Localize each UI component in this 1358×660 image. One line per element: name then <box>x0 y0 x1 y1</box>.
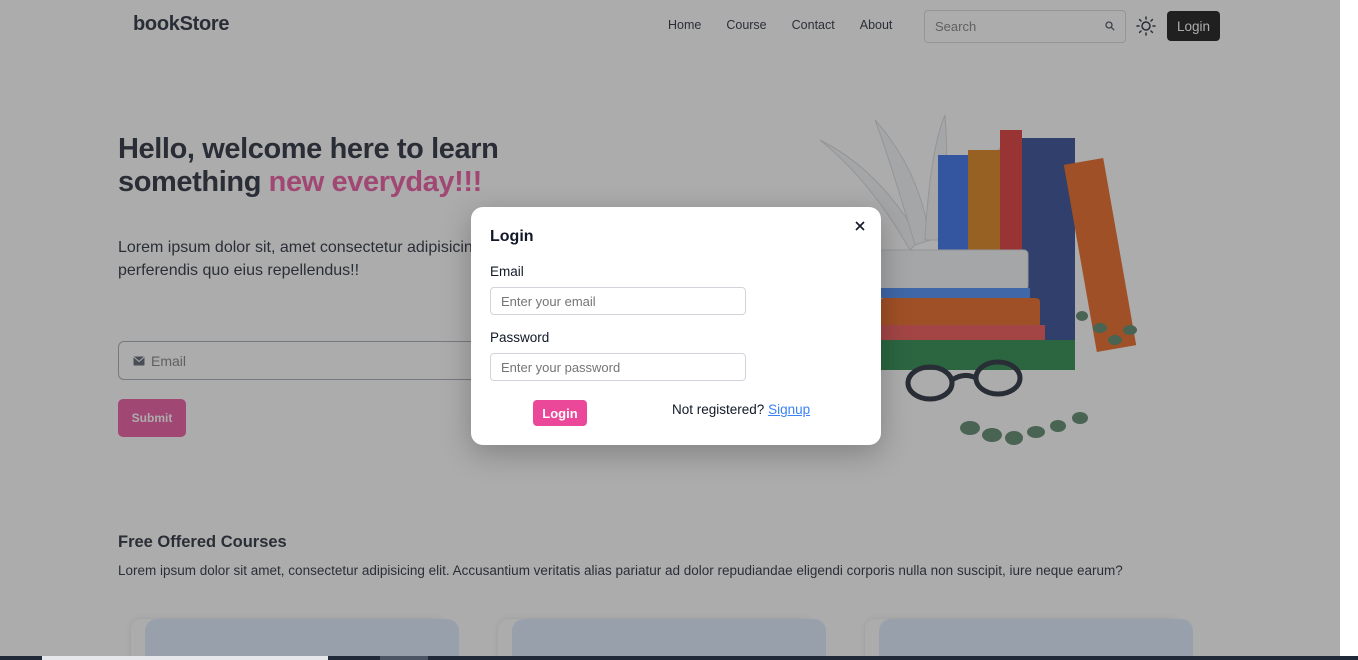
not-registered-text: Not registered? <box>672 402 765 417</box>
email-field[interactable] <box>490 287 746 315</box>
modal-login-button[interactable]: Login <box>533 400 587 426</box>
scrollbar-track[interactable] <box>1340 0 1358 660</box>
email-label: Email <box>490 264 524 279</box>
password-field[interactable] <box>490 353 746 381</box>
modal-title: Login <box>490 228 534 245</box>
taskbar-segment <box>380 656 428 660</box>
login-modal: Login Email Password Login Not registere… <box>471 207 881 445</box>
signup-row: Not registered? Signup <box>672 402 810 417</box>
close-icon[interactable] <box>853 219 867 233</box>
page: bookStore Home Course Contact About Logi… <box>0 0 1340 660</box>
password-label: Password <box>490 330 550 345</box>
signup-link[interactable]: Signup <box>768 402 810 417</box>
taskbar <box>0 656 1358 660</box>
taskbar-segment <box>42 656 328 660</box>
